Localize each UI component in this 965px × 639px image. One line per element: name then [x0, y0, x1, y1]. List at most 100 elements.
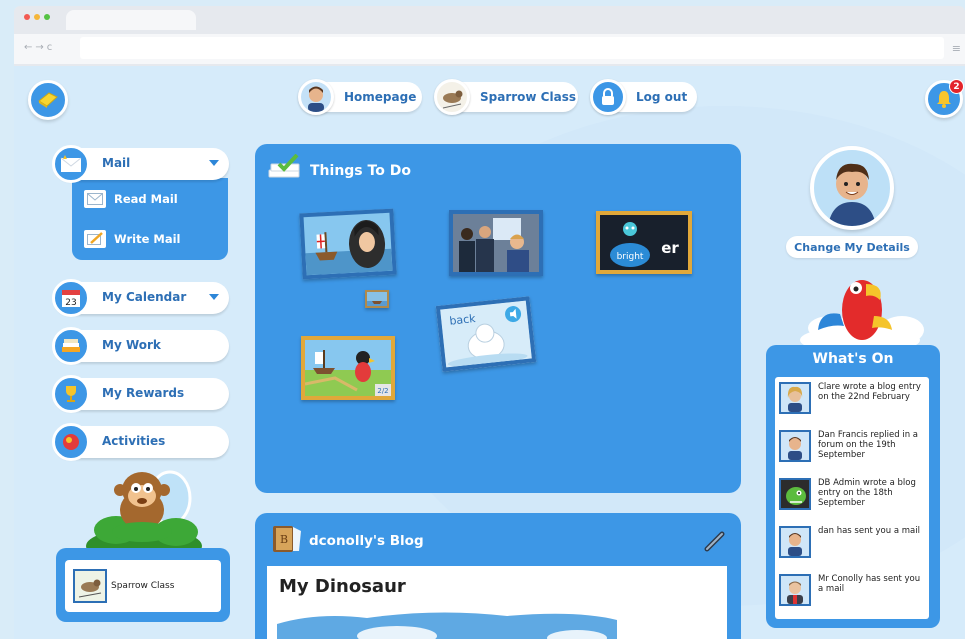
feed-item[interactable]: Dan Francis replied in a forum on the 19… [779, 430, 926, 462]
feed-item-text: Dan Francis replied in a forum on the 19… [818, 430, 919, 460]
svg-text:2/2: 2/2 [377, 387, 388, 395]
write-envelope-icon [84, 230, 106, 248]
svg-text:B: B [280, 533, 288, 546]
calendar-menu-item[interactable]: 23 My Calendar [52, 279, 229, 317]
window-controls [24, 14, 50, 20]
padlock-icon [590, 79, 626, 115]
forward-arrow-icon[interactable]: → [35, 42, 46, 53]
chevron-down-icon[interactable] [209, 160, 219, 166]
book-icon: B [273, 526, 301, 552]
todo-tile-small-ship[interactable] [365, 290, 389, 308]
activity-feed: Clare wrote a blog entry on the 22nd Feb… [775, 377, 929, 619]
mail-icon [52, 145, 90, 183]
read-mail-item[interactable]: Read Mail [84, 188, 178, 210]
mail-label: Mail [102, 156, 131, 170]
home-shortcut-button[interactable] [28, 80, 68, 120]
bell-icon [937, 91, 951, 108]
todo-tile-pirate-ship[interactable]: 2/2 [301, 336, 395, 400]
change-details-button[interactable]: Change My Details [786, 236, 918, 258]
svg-text:back: back [449, 312, 477, 328]
close-dot-icon[interactable] [24, 14, 30, 20]
page-content: Homepage Sparrow Class Log out 2 Read Ma… [14, 66, 965, 639]
blog-post: My Dinosaur [267, 566, 727, 639]
whats-on-title: What's On [812, 351, 894, 367]
blog-post-image [277, 612, 617, 639]
todo-tile-explorer[interactable] [299, 208, 397, 280]
maximize-dot-icon[interactable] [44, 14, 50, 20]
mail-submenu: Read Mail Write Mail [72, 178, 228, 260]
homepage-label: Homepage [344, 90, 417, 104]
browser-toolbar: ←→c ≡ [14, 34, 965, 64]
calendar-label: My Calendar [102, 290, 187, 304]
minimize-dot-icon[interactable] [34, 14, 40, 20]
yellow-eraser-icon [38, 92, 58, 108]
svg-text:er: er [661, 239, 679, 257]
teacher-avatar-icon [779, 574, 811, 606]
class-box-label: Sparrow Class [111, 581, 175, 591]
blog-panel: B dconolly's Blog My Dinosaur [255, 513, 741, 639]
boy-avatar-icon [779, 526, 811, 558]
monkey-mascot-icon [86, 470, 202, 552]
browser-tab[interactable] [66, 10, 196, 30]
boy-avatar-icon [779, 430, 811, 462]
class-label: Sparrow Class [480, 90, 576, 104]
svg-text:23: 23 [65, 298, 76, 308]
blog-title: dconolly's Blog [309, 533, 424, 549]
feed-item-text: Clare wrote a blog entry on the 22nd Feb… [818, 382, 921, 402]
feed-item[interactable]: Mr Conolly has sent you a mail [779, 574, 926, 606]
write-mail-item[interactable]: Write Mail [84, 228, 180, 250]
work-menu-item[interactable]: My Work [52, 327, 229, 365]
read-mail-label: Read Mail [114, 192, 178, 206]
things-to-do-title: Things To Do [310, 163, 411, 179]
blog-post-title[interactable]: My Dinosaur [279, 576, 406, 597]
feed-item[interactable]: Clare wrote a blog entry on the 22nd Feb… [779, 382, 926, 414]
write-mail-label: Write Mail [114, 232, 181, 246]
feed-item[interactable]: dan has sent you a mail [779, 526, 926, 558]
activities-menu-item[interactable]: Activities [52, 423, 229, 461]
dinosaur-avatar-icon [779, 478, 811, 510]
hamburger-menu-icon[interactable]: ≡ [952, 42, 961, 55]
activities-icon [52, 423, 90, 461]
todo-tile-phonics-back[interactable]: back [435, 296, 537, 372]
todo-tile-phonics-bright[interactable]: bright er [596, 211, 692, 274]
back-arrow-icon[interactable]: ← [24, 42, 35, 53]
parrot-mascot-icon [800, 280, 924, 350]
things-to-do-panel: Things To Do bright er back 2/2 [255, 144, 741, 493]
homepage-button[interactable]: Homepage [298, 79, 422, 115]
feed-item-text: dan has sent you a mail [818, 526, 920, 536]
envelope-icon [84, 190, 106, 208]
class-button[interactable]: Sparrow Class [434, 79, 578, 115]
sparrow-icon [434, 79, 470, 115]
reload-icon[interactable]: c [47, 42, 56, 53]
profile-avatar[interactable] [810, 146, 894, 230]
notification-count-badge: 2 [949, 79, 964, 94]
calendar-icon: 23 [52, 279, 90, 317]
trophy-icon [52, 375, 90, 413]
feed-item-text: Mr Conolly has sent you a mail [818, 574, 921, 594]
logout-button[interactable]: Log out [590, 79, 697, 115]
sparrow-thumbnail [73, 569, 107, 603]
edit-pencil-icon[interactable] [703, 529, 727, 553]
mail-menu-item[interactable]: Mail [52, 145, 229, 183]
girl-avatar-icon [779, 382, 811, 414]
user-avatar-icon [298, 79, 334, 115]
feed-item[interactable]: DB Admin wrote a blog entry on the 18th … [779, 478, 926, 510]
rewards-menu-item[interactable]: My Rewards [52, 375, 229, 413]
svg-text:bright: bright [617, 252, 644, 262]
notifications-button[interactable]: 2 [925, 79, 964, 118]
todo-tile-classroom-video[interactable] [449, 210, 543, 276]
class-link[interactable]: Sparrow Class [65, 560, 221, 612]
class-panel: Sparrow Class [56, 548, 230, 622]
feed-item-text: DB Admin wrote a blog entry on the 18th … [818, 478, 916, 508]
logout-label: Log out [636, 90, 688, 104]
work-label: My Work [102, 338, 161, 352]
checklist-icon [268, 154, 300, 178]
address-bar[interactable] [80, 37, 944, 59]
books-icon [52, 327, 90, 365]
whats-on-panel: What's On Clare wrote a blog entry on th… [766, 345, 940, 628]
activities-label: Activities [102, 434, 166, 448]
browser-nav-buttons: ←→c [24, 42, 55, 53]
chevron-down-icon[interactable] [209, 294, 219, 300]
browser-chrome: ←→c ≡ [14, 6, 965, 66]
rewards-label: My Rewards [102, 386, 185, 400]
